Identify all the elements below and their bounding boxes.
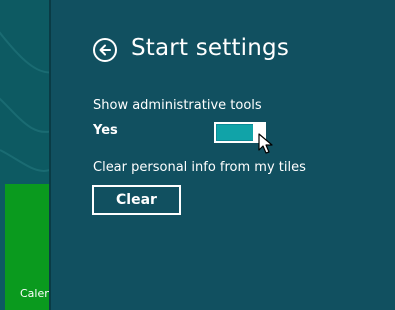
clear-info-label: Clear personal info from my tiles bbox=[93, 160, 306, 175]
calendar-tile[interactable]: Calen bbox=[5, 184, 50, 310]
page-title: Start settings bbox=[131, 35, 290, 61]
settings-pane: Start settings Show administrative tools… bbox=[51, 0, 395, 310]
admin-tools-state: Yes bbox=[93, 123, 118, 138]
clear-button[interactable]: Clear bbox=[92, 185, 181, 215]
start-screen-background: Calen bbox=[0, 0, 50, 310]
back-arrow-icon bbox=[99, 44, 111, 56]
toggle-fill bbox=[217, 125, 253, 140]
calendar-tile-label: Calen bbox=[20, 287, 50, 300]
back-button[interactable] bbox=[93, 38, 117, 62]
mouse-cursor-icon bbox=[258, 133, 273, 154]
admin-tools-label: Show administrative tools bbox=[93, 98, 262, 113]
